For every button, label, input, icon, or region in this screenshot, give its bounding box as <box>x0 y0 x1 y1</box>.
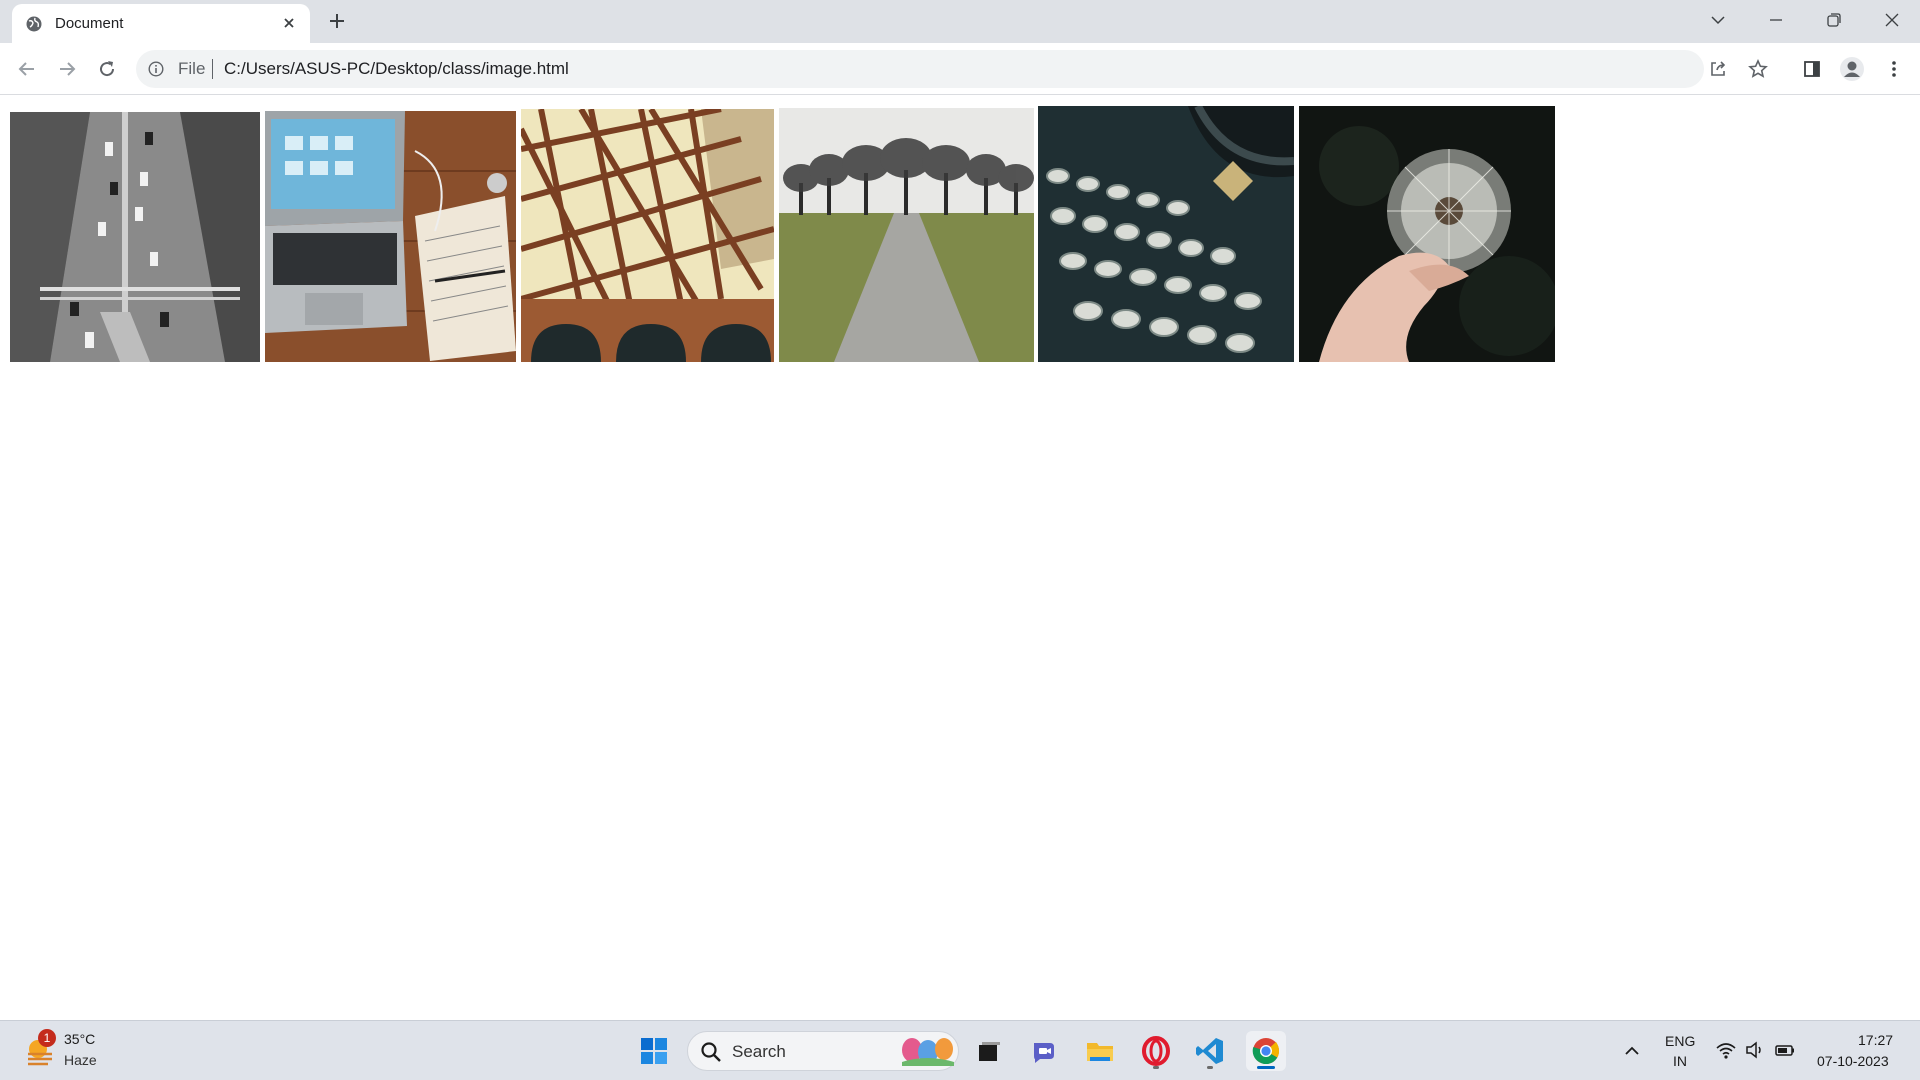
weather-temperature: 35°C <box>64 1031 96 1047</box>
file-explorer-button[interactable] <box>1080 1031 1120 1071</box>
forward-arrow-icon[interactable] <box>54 56 80 82</box>
windows-logo-icon <box>641 1038 667 1064</box>
info-icon[interactable] <box>148 61 164 77</box>
tab-search-icon[interactable] <box>1696 6 1740 34</box>
search-icon <box>701 1042 721 1062</box>
vscode-icon <box>1196 1038 1223 1064</box>
back-arrow-icon[interactable] <box>14 56 40 82</box>
clock-time[interactable]: 17:27 <box>1858 1032 1893 1048</box>
vscode-button[interactable] <box>1190 1031 1230 1071</box>
typewriter-image <box>1038 106 1294 362</box>
language-indicator[interactable]: ENG <box>1665 1033 1695 1049</box>
running-indicator <box>1207 1066 1213 1069</box>
taskbar-search-box[interactable]: Search <box>687 1031 959 1071</box>
search-highlight-icon <box>902 1038 954 1066</box>
tab-close-icon[interactable] <box>280 14 298 32</box>
task-view-icon <box>979 1042 1000 1061</box>
start-button[interactable] <box>634 1031 674 1071</box>
battery-icon[interactable] <box>1774 1039 1796 1061</box>
region-indicator[interactable]: IN <box>1673 1053 1687 1069</box>
show-hidden-icons-chevron-icon[interactable] <box>1620 1039 1644 1063</box>
tree-path-image <box>779 108 1034 362</box>
share-icon[interactable] <box>1708 59 1728 79</box>
folder-icon <box>1087 1043 1113 1061</box>
tab-title: Document <box>55 15 124 32</box>
omnibox-separator <box>212 59 213 79</box>
laptop-desk-image <box>265 111 516 362</box>
chrome-icon <box>1252 1038 1280 1065</box>
teams-chat-icon <box>1034 1043 1054 1063</box>
bookmark-star-icon[interactable] <box>1748 59 1768 79</box>
weather-badge: 1 <box>38 1029 56 1047</box>
task-view-button[interactable] <box>968 1031 1008 1071</box>
address-bar[interactable]: File C:/Users/ASUS-PC/Desktop/class/imag… <box>136 50 1768 88</box>
url-text[interactable]: C:/Users/ASUS-PC/Desktop/class/image.htm… <box>224 59 569 79</box>
running-indicator <box>1153 1066 1159 1069</box>
volume-icon[interactable] <box>1744 1039 1766 1061</box>
city-street-image <box>10 112 260 362</box>
image-gallery <box>10 104 1570 364</box>
scheme-label: File <box>178 59 206 78</box>
search-placeholder: Search <box>732 1042 786 1061</box>
active-app-indicator <box>1257 1066 1275 1069</box>
chrome-button[interactable] <box>1246 1031 1286 1071</box>
minimize-icon[interactable] <box>1754 6 1798 34</box>
reload-icon[interactable] <box>94 56 120 82</box>
profile-icon[interactable] <box>1838 55 1866 83</box>
windows-taskbar: 1 35°C Haze Search ENG IN 17:27 07-10-20… <box>0 1020 1920 1080</box>
wifi-icon[interactable] <box>1715 1039 1737 1061</box>
side-panel-icon[interactable] <box>1798 55 1826 83</box>
opera-icon <box>1142 1036 1170 1066</box>
restore-icon[interactable] <box>1812 6 1856 34</box>
weather-description: Haze <box>64 1052 97 1068</box>
browser-tab[interactable]: Document <box>12 4 310 43</box>
tab-strip: Document <box>0 0 1920 43</box>
dandelion-image <box>1299 106 1555 362</box>
opera-button[interactable] <box>1136 1031 1176 1071</box>
globe-icon <box>26 16 42 32</box>
clock-date[interactable]: 07-10-2023 <box>1817 1053 1889 1069</box>
teams-chat-button[interactable] <box>1024 1031 1064 1071</box>
bridge-structure-image <box>521 109 774 362</box>
browser-toolbar: File C:/Users/ASUS-PC/Desktop/class/imag… <box>0 43 1920 95</box>
plus-icon[interactable] <box>326 10 348 32</box>
close-icon[interactable] <box>1870 6 1914 34</box>
menu-icon[interactable] <box>1880 55 1908 83</box>
